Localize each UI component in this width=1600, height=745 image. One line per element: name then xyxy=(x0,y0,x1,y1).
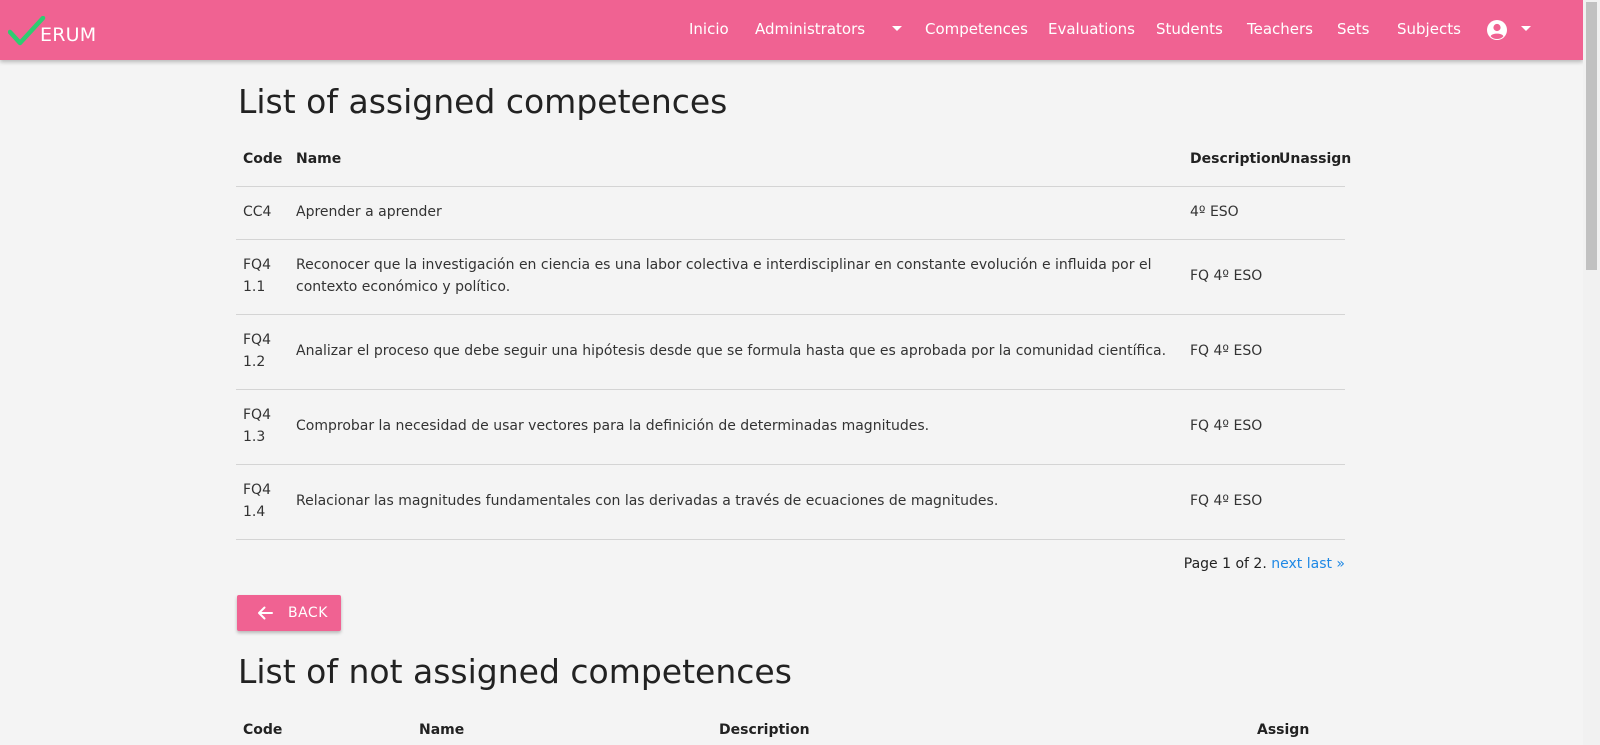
pagination-status: Page 1 of 2. xyxy=(1183,556,1267,572)
row-name: Analizar el proceso que debe seguir una … xyxy=(296,343,1167,359)
col-header-name: Name xyxy=(419,722,465,738)
col-header-description: Description xyxy=(1190,151,1281,167)
table-divider xyxy=(236,239,1345,240)
row-name: Reconocer que la investigación en cienci… xyxy=(296,257,1152,295)
row-code: FQ4 1.3 xyxy=(243,407,271,445)
row-code: FQ4 1.1 xyxy=(243,257,271,295)
row-description: FQ 4º ESO xyxy=(1190,268,1263,284)
col-header-assign: Assign xyxy=(1257,722,1310,738)
col-header-code: Code xyxy=(243,722,283,738)
vertical-scrollbar[interactable] xyxy=(1583,0,1600,745)
col-header-unassign: Unassign xyxy=(1279,151,1352,167)
scrollbar-thumb[interactable] xyxy=(1586,2,1597,270)
row-name: Comprobar la necesidad de usar vectores … xyxy=(296,418,930,434)
row-description: FQ 4º ESO xyxy=(1190,343,1263,359)
nav-teachers[interactable]: Teachers xyxy=(1247,0,1313,60)
table-divider xyxy=(236,314,1345,315)
nav-administrators[interactable]: Administrators xyxy=(755,0,865,60)
table-divider xyxy=(236,464,1345,465)
assigned-title: List of assigned competences xyxy=(238,82,728,121)
pagination: Page 1 of 2. next last » xyxy=(1130,556,1345,572)
not-assigned-title: List of not assigned competences xyxy=(238,652,792,691)
pagination-last-link[interactable]: last » xyxy=(1307,556,1345,572)
table-divider xyxy=(236,389,1345,390)
row-code: CC4 xyxy=(243,204,272,220)
nav-inicio[interactable]: Inicio xyxy=(689,0,729,60)
brand-name: ERUM xyxy=(40,24,97,46)
row-description: FQ 4º ESO xyxy=(1190,493,1263,509)
nav-subjects[interactable]: Subjects xyxy=(1397,0,1461,60)
brand-logo[interactable]: ERUM xyxy=(8,10,96,50)
row-code: FQ4 1.4 xyxy=(243,482,271,520)
col-header-description: Description xyxy=(719,722,810,738)
nav-students[interactable]: Students xyxy=(1156,0,1223,60)
account-circle-icon[interactable] xyxy=(1486,19,1508,41)
back-button[interactable]: BACK xyxy=(237,595,341,631)
row-code: FQ4 1.2 xyxy=(243,332,271,370)
account-dropdown-icon[interactable] xyxy=(1521,26,1531,31)
table-divider xyxy=(236,539,1345,540)
administrators-dropdown-icon[interactable] xyxy=(892,26,902,31)
nav-sets[interactable]: Sets xyxy=(1337,0,1369,60)
row-description: FQ 4º ESO xyxy=(1190,418,1263,434)
nav-evaluations[interactable]: Evaluations xyxy=(1048,0,1135,60)
back-button-label: BACK xyxy=(288,605,328,621)
pagination-next-link[interactable]: next xyxy=(1271,556,1302,572)
nav-competences[interactable]: Competences xyxy=(925,0,1028,60)
row-name: Aprender a aprender xyxy=(296,204,442,220)
table-divider xyxy=(236,186,1345,187)
arrow-left-icon xyxy=(258,606,273,620)
top-navbar: ERUM Inicio Administrators Competences E… xyxy=(0,0,1583,60)
col-header-name: Name xyxy=(296,151,342,167)
row-description: 4º ESO xyxy=(1190,204,1239,220)
col-header-code: Code xyxy=(243,151,283,167)
row-name: Relacionar las magnitudes fundamentales … xyxy=(296,493,999,509)
